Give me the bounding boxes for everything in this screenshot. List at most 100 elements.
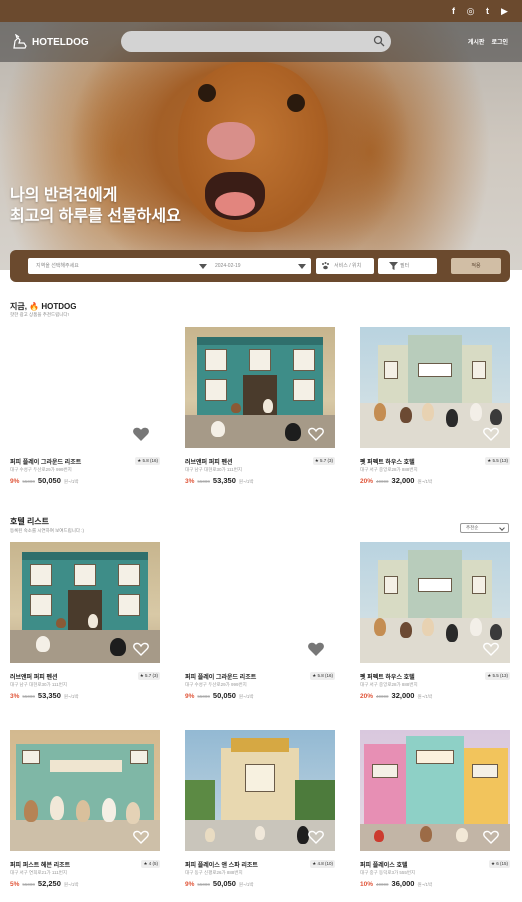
heart-icon[interactable] xyxy=(308,427,324,441)
rating-badge: ★ 6 (15) xyxy=(488,860,510,868)
price-line: 9% 55000 50,050 원~/1박 xyxy=(10,476,79,485)
search-icon[interactable] xyxy=(373,35,385,47)
list-section-subtitle: 등록된 숙소를 시연하여 보여드립니다 :) xyxy=(10,528,84,533)
hotel-name[interactable]: 펫 퍼펙트 하우스 호텔 xyxy=(360,457,415,466)
hotel-card[interactable]: 러브앤퍼 퍼피 펜션 ★ 5.7 (3) 대구 남구 대현로30가 111번지 … xyxy=(10,542,160,714)
youtube-icon[interactable]: ▶ xyxy=(499,6,510,17)
rating-badge: ★ 4 (5) xyxy=(141,860,160,868)
price-line: 3% 55000 53,350 원~/1박 xyxy=(10,691,79,700)
price-line: 5% 55000 52,250 원~/1박 xyxy=(10,879,79,888)
discount-rate: 5% xyxy=(10,881,20,888)
price-unit: 원~/1박 xyxy=(63,882,79,887)
hotel-address: 대구 남구 대현로30가 111번지 xyxy=(10,682,67,687)
search-input[interactable] xyxy=(121,31,391,52)
price-line: 9% 55000 50,050 원~/1박 xyxy=(185,691,254,700)
chevron-down-icon xyxy=(298,264,306,269)
chevron-down-icon xyxy=(199,264,207,269)
original-price: 55000 xyxy=(22,882,35,887)
heart-icon[interactable] xyxy=(483,427,499,441)
apply-button[interactable]: 적용 xyxy=(451,258,501,274)
heart-icon[interactable] xyxy=(483,830,499,844)
filter-icon xyxy=(389,262,398,270)
sale-price: 53,350 xyxy=(37,691,61,700)
discount-rate: 9% xyxy=(185,881,195,888)
service-select[interactable]: 서비스 / 위치 xyxy=(316,258,374,274)
price-unit: 원~/1박 xyxy=(238,882,254,887)
chevron-down-icon xyxy=(499,525,505,531)
dog-tongue xyxy=(215,192,255,216)
heart-icon[interactable] xyxy=(133,830,149,844)
hotel-address: 대구 남구 대현로30가 111번지 xyxy=(185,467,242,472)
hotel-card[interactable]: 펫 퍼펙트 하우스 호텔 ★ 5.5 (13) 대구 서구 중앙로28가 888… xyxy=(360,542,510,714)
filter-button[interactable]: 필터 xyxy=(378,258,437,274)
original-price: 40000 xyxy=(376,479,389,484)
original-price: 55000 xyxy=(197,882,210,887)
facebook-icon[interactable]: f xyxy=(448,6,459,17)
hotel-name[interactable]: 퍼피 플레이스 호텔 xyxy=(360,860,408,869)
sale-price: 32,000 xyxy=(391,691,415,700)
discount-rate: 3% xyxy=(10,693,20,700)
region-select[interactable]: 지역을 선택해주세요 xyxy=(28,258,212,274)
twitter-icon[interactable]: t xyxy=(482,6,493,17)
hotel-address: 대구 서구 중앙로28가 888번지 xyxy=(360,467,418,472)
price-unit: 원~/1박 xyxy=(238,479,254,484)
original-price: 40000 xyxy=(376,694,389,699)
hot-section-subtitle: 핫한 광고 상품을 추천드립니다! xyxy=(10,312,69,317)
hotel-card[interactable]: 펫 퍼펙트 하우스 호텔 ★ 5.5 (13) 대구 서구 중앙로28가 888… xyxy=(360,327,510,499)
discount-rate: 9% xyxy=(10,478,20,485)
hotel-name[interactable]: 펫 퍼펙트 하우스 호텔 xyxy=(360,672,415,681)
price-unit: 원~/1박 xyxy=(417,479,433,484)
sale-price: 52,250 xyxy=(37,879,61,888)
price-unit: 원~/1박 xyxy=(417,694,433,699)
price-line: 9% 55000 50,050 원~/1박 xyxy=(185,879,254,888)
hero-banner: HOTELDOG 게시판 로그인 나의 반려견에게 최고의 하루를 선물하세요 xyxy=(0,22,522,270)
nav-login-link[interactable]: 로그인 xyxy=(491,37,508,46)
sale-price: 36,000 xyxy=(391,879,415,888)
heart-icon[interactable] xyxy=(308,830,324,844)
hotel-address: 대구 수성구 두산로29가 999번지 xyxy=(10,467,72,472)
hotel-card[interactable]: 러브앤퍼 퍼피 펜션 ★ 5.7 (3) 대구 남구 대현로30가 111번지 … xyxy=(185,327,335,499)
original-price: 55000 xyxy=(22,694,35,699)
hotel-name[interactable]: 퍼피 플레이 그라운드 리조트 xyxy=(10,457,81,466)
hotel-card[interactable]: 퍼피 플레이스 앤 스파 리조트 ★ 4.8 (10) 대구 동구 신평로26가… xyxy=(185,730,335,902)
hotel-card[interactable]: 퍼피 퍼스트 헤븐 리조트 ★ 4 (5) 대구 서구 연희로21가 111번지… xyxy=(10,730,160,902)
logo[interactable]: HOTELDOG xyxy=(12,34,89,50)
heart-icon[interactable] xyxy=(483,642,499,656)
hotel-name[interactable]: 퍼피 플레이스 앤 스파 리조트 xyxy=(185,860,258,869)
hotel-name[interactable]: 러브앤퍼 퍼피 펜션 xyxy=(10,672,58,681)
hotel-address: 대구 서구 연희로21가 111번지 xyxy=(10,870,67,875)
dog-nose xyxy=(207,122,255,160)
instagram-icon[interactable]: ◎ xyxy=(465,6,476,17)
sale-price: 32,000 xyxy=(391,476,415,485)
paw-icon xyxy=(322,262,329,270)
price-line: 20% 40000 32,000 원~/1박 xyxy=(360,691,432,700)
heart-icon[interactable] xyxy=(308,642,324,656)
hotel-name[interactable]: 퍼피 퍼스트 헤븐 리조트 xyxy=(10,860,70,869)
rating-badge: ★ 4.8 (10) xyxy=(310,860,335,868)
heart-icon[interactable] xyxy=(133,427,149,441)
price-unit: 원~/1박 xyxy=(63,479,79,484)
sale-price: 50,050 xyxy=(37,476,61,485)
sort-select[interactable]: 추천순 xyxy=(460,523,509,533)
hotel-name[interactable]: 퍼피 플레이 그라운드 리조트 xyxy=(185,672,256,681)
rating-badge: ★ 5.8 (16) xyxy=(135,457,160,465)
heart-icon[interactable] xyxy=(133,642,149,656)
hotel-name[interactable]: 러브앤퍼 퍼피 펜션 xyxy=(185,457,233,466)
nav-links: 게시판 로그인 xyxy=(468,37,508,46)
nav-board-link[interactable]: 게시판 xyxy=(468,37,485,46)
dog-eye xyxy=(198,84,216,102)
hot-section-title: 지금, 🔥 HOTDOG xyxy=(10,302,77,311)
hotel-card[interactable]: 퍼피 플레이스 호텔 ★ 6 (15) 대구 중구 동덕로3가 555번지 10… xyxy=(360,730,510,902)
dog-eye xyxy=(287,94,305,112)
hotel-card[interactable]: 퍼피 플레이 그라운드 리조트 ★ 5.8 (16) 대구 수성구 두산로29가… xyxy=(10,327,160,499)
social-bar: f ◎ t ▶ xyxy=(0,0,522,22)
rating-badge: ★ 5.5 (13) xyxy=(485,672,510,680)
hotel-address: 대구 수성구 두산로29가 999번지 xyxy=(185,682,247,687)
logo-text: HOTELDOG xyxy=(32,36,89,48)
hotel-card[interactable]: 퍼피 플레이 그라운드 리조트 ★ 5.8 (16) 대구 수성구 두산로29가… xyxy=(185,542,335,714)
rating-badge: ★ 5.7 (3) xyxy=(137,672,160,680)
hotel-address: 대구 서구 중앙로28가 888번지 xyxy=(360,682,418,687)
date-select[interactable]: 2024-02-19 xyxy=(207,258,311,274)
hotel-address: 대구 중구 동덕로3가 555번지 xyxy=(360,870,416,875)
price-unit: 원~/1박 xyxy=(417,882,433,887)
